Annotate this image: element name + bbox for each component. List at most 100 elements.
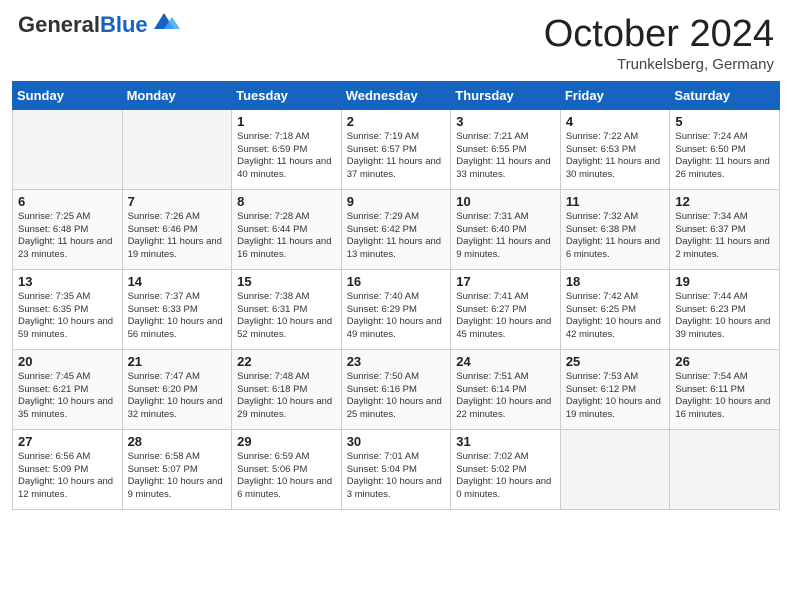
day-info: Sunrise: 6:59 AMSunset: 5:06 PMDaylight:… — [237, 451, 336, 502]
week-row-3: 13 Sunrise: 7:35 AMSunset: 6:35 PMDayligh… — [13, 269, 780, 349]
day-header-saturday: Saturday — [670, 81, 780, 109]
day-number: 21 — [128, 354, 227, 369]
calendar-cell: 9 Sunrise: 7:29 AMSunset: 6:42 PMDaylight… — [341, 189, 451, 269]
day-number: 29 — [237, 434, 336, 449]
day-info: Sunrise: 7:42 AMSunset: 6:25 PMDaylight:… — [566, 291, 665, 342]
day-number: 13 — [18, 274, 117, 289]
day-number: 19 — [675, 274, 774, 289]
week-row-1: 1 Sunrise: 7:18 AMSunset: 6:59 PMDaylight… — [13, 109, 780, 189]
calendar-cell — [122, 109, 232, 189]
day-number: 27 — [18, 434, 117, 449]
day-info: Sunrise: 7:53 AMSunset: 6:12 PMDaylight:… — [566, 371, 665, 422]
calendar-cell: 7Sunrise: 7:26 AMSunset: 6:46 PMDaylight… — [122, 189, 232, 269]
day-info: Sunrise: 7:26 AMSunset: 6:46 PMDaylight:… — [128, 211, 227, 262]
calendar-cell: 4Sunrise: 7:22 AMSunset: 6:53 PMDaylight… — [560, 109, 670, 189]
calendar-cell: 26 Sunrise: 7:54 AMSunset: 6:11 PMDayligh… — [670, 349, 780, 429]
calendar-cell — [560, 429, 670, 509]
calendar-cell: 25 Sunrise: 7:53 AMSunset: 6:12 PMDayligh… — [560, 349, 670, 429]
calendar: SundayMondayTuesdayWednesdayThursdayFrid… — [0, 81, 792, 612]
day-info: Sunrise: 7:21 AMSunset: 6:55 PMDaylight:… — [456, 131, 555, 182]
day-number: 17 — [456, 274, 555, 289]
day-info: Sunrise: 7:38 AMSunset: 6:31 PMDaylight:… — [237, 291, 336, 342]
calendar-cell: 11 Sunrise: 7:32 AMSunset: 6:38 PMDayligh… — [560, 189, 670, 269]
day-info: Sunrise: 7:32 AMSunset: 6:38 PMDaylight:… — [566, 211, 665, 262]
calendar-cell: 18 Sunrise: 7:42 AMSunset: 6:25 PMDayligh… — [560, 269, 670, 349]
day-number: 20 — [18, 354, 117, 369]
day-number: 8 — [237, 194, 336, 209]
calendar-cell: 19Sunrise: 7:44 AMSunset: 6:23 PMDayligh… — [670, 269, 780, 349]
day-header-tuesday: Tuesday — [232, 81, 342, 109]
day-number: 1 — [237, 114, 336, 129]
day-info: Sunrise: 7:51 AMSunset: 6:14 PMDaylight:… — [456, 371, 555, 422]
day-info: Sunrise: 7:24 AMSunset: 6:50 PMDaylight:… — [675, 131, 774, 182]
calendar-cell: 22Sunrise: 7:48 AMSunset: 6:18 PMDayligh… — [232, 349, 342, 429]
day-number: 18 — [566, 274, 665, 289]
day-number: 26 — [675, 354, 774, 369]
day-header-sunday: Sunday — [13, 81, 123, 109]
day-info: Sunrise: 7:01 AMSunset: 5:04 PMDaylight:… — [347, 451, 446, 502]
day-info: Sunrise: 7:50 AMSunset: 6:16 PMDaylight:… — [347, 371, 446, 422]
day-header-thursday: Thursday — [451, 81, 561, 109]
day-number: 25 — [566, 354, 665, 369]
calendar-cell: 24Sunrise: 7:51 AMSunset: 6:14 PMDayligh… — [451, 349, 561, 429]
calendar-cell: 8 Sunrise: 7:28 AMSunset: 6:44 PMDaylight… — [232, 189, 342, 269]
calendar-cell: 29 Sunrise: 6:59 AMSunset: 5:06 PMDayligh… — [232, 429, 342, 509]
day-header-friday: Friday — [560, 81, 670, 109]
day-number: 6 — [18, 194, 117, 209]
day-info: Sunrise: 6:58 AMSunset: 5:07 PMDaylight:… — [128, 451, 227, 502]
calendar-table: SundayMondayTuesdayWednesdayThursdayFrid… — [12, 81, 780, 510]
logo-general: General — [18, 12, 100, 37]
day-header-row: SundayMondayTuesdayWednesdayThursdayFrid… — [13, 81, 780, 109]
day-info: Sunrise: 7:28 AMSunset: 6:44 PMDaylight:… — [237, 211, 336, 262]
calendar-cell: 13 Sunrise: 7:35 AMSunset: 6:35 PMDayligh… — [13, 269, 123, 349]
week-row-4: 20Sunrise: 7:45 AMSunset: 6:21 PMDayligh… — [13, 349, 780, 429]
day-info: Sunrise: 7:40 AMSunset: 6:29 PMDaylight:… — [347, 291, 446, 342]
logo: GeneralBlue — [18, 14, 180, 36]
month-title: October 2024 — [544, 14, 774, 56]
day-info: Sunrise: 7:41 AMSunset: 6:27 PMDaylight:… — [456, 291, 555, 342]
title-block: October 2024 Trunkelsberg, Germany — [544, 14, 774, 73]
calendar-cell: 3 Sunrise: 7:21 AMSunset: 6:55 PMDaylight… — [451, 109, 561, 189]
day-number: 3 — [456, 114, 555, 129]
day-info: Sunrise: 6:56 AMSunset: 5:09 PMDaylight:… — [18, 451, 117, 502]
day-number: 12 — [675, 194, 774, 209]
calendar-cell: 17 Sunrise: 7:41 AMSunset: 6:27 PMDayligh… — [451, 269, 561, 349]
day-info: Sunrise: 7:25 AMSunset: 6:48 PMDaylight:… — [18, 211, 117, 262]
calendar-cell: 1 Sunrise: 7:18 AMSunset: 6:59 PMDaylight… — [232, 109, 342, 189]
day-number: 30 — [347, 434, 446, 449]
calendar-cell: 20Sunrise: 7:45 AMSunset: 6:21 PMDayligh… — [13, 349, 123, 429]
day-info: Sunrise: 7:29 AMSunset: 6:42 PMDaylight:… — [347, 211, 446, 262]
day-info: Sunrise: 7:22 AMSunset: 6:53 PMDaylight:… — [566, 131, 665, 182]
calendar-cell: 16Sunrise: 7:40 AMSunset: 6:29 PMDayligh… — [341, 269, 451, 349]
week-row-5: 27 Sunrise: 6:56 AMSunset: 5:09 PMDayligh… — [13, 429, 780, 509]
calendar-cell: 5Sunrise: 7:24 AMSunset: 6:50 PMDaylight… — [670, 109, 780, 189]
calendar-cell: 14 Sunrise: 7:37 AMSunset: 6:33 PMDayligh… — [122, 269, 232, 349]
day-info: Sunrise: 7:19 AMSunset: 6:57 PMDaylight:… — [347, 131, 446, 182]
calendar-cell: 15 Sunrise: 7:38 AMSunset: 6:31 PMDayligh… — [232, 269, 342, 349]
day-number: 15 — [237, 274, 336, 289]
logo-icon — [150, 11, 180, 33]
calendar-cell: 10Sunrise: 7:31 AMSunset: 6:40 PMDayligh… — [451, 189, 561, 269]
day-info: Sunrise: 7:34 AMSunset: 6:37 PMDaylight:… — [675, 211, 774, 262]
day-number: 14 — [128, 274, 227, 289]
day-number: 22 — [237, 354, 336, 369]
day-info: Sunrise: 7:35 AMSunset: 6:35 PMDaylight:… — [18, 291, 117, 342]
calendar-cell — [670, 429, 780, 509]
logo-text: GeneralBlue — [18, 14, 148, 36]
calendar-cell: 27 Sunrise: 6:56 AMSunset: 5:09 PMDayligh… — [13, 429, 123, 509]
day-header-wednesday: Wednesday — [341, 81, 451, 109]
calendar-cell — [13, 109, 123, 189]
day-number: 11 — [566, 194, 665, 209]
day-info: Sunrise: 7:02 AMSunset: 5:02 PMDaylight:… — [456, 451, 555, 502]
page: GeneralBlue October 2024 Trunkelsberg, G… — [0, 0, 792, 612]
calendar-cell: 21 Sunrise: 7:47 AMSunset: 6:20 PMDayligh… — [122, 349, 232, 429]
day-info: Sunrise: 7:47 AMSunset: 6:20 PMDaylight:… — [128, 371, 227, 422]
header: GeneralBlue October 2024 Trunkelsberg, G… — [0, 0, 792, 81]
calendar-cell: 28Sunrise: 6:58 AMSunset: 5:07 PMDayligh… — [122, 429, 232, 509]
location: Trunkelsberg, Germany — [544, 56, 774, 73]
day-info: Sunrise: 7:18 AMSunset: 6:59 PMDaylight:… — [237, 131, 336, 182]
day-number: 9 — [347, 194, 446, 209]
day-info: Sunrise: 7:54 AMSunset: 6:11 PMDaylight:… — [675, 371, 774, 422]
day-info: Sunrise: 7:37 AMSunset: 6:33 PMDaylight:… — [128, 291, 227, 342]
day-header-monday: Monday — [122, 81, 232, 109]
